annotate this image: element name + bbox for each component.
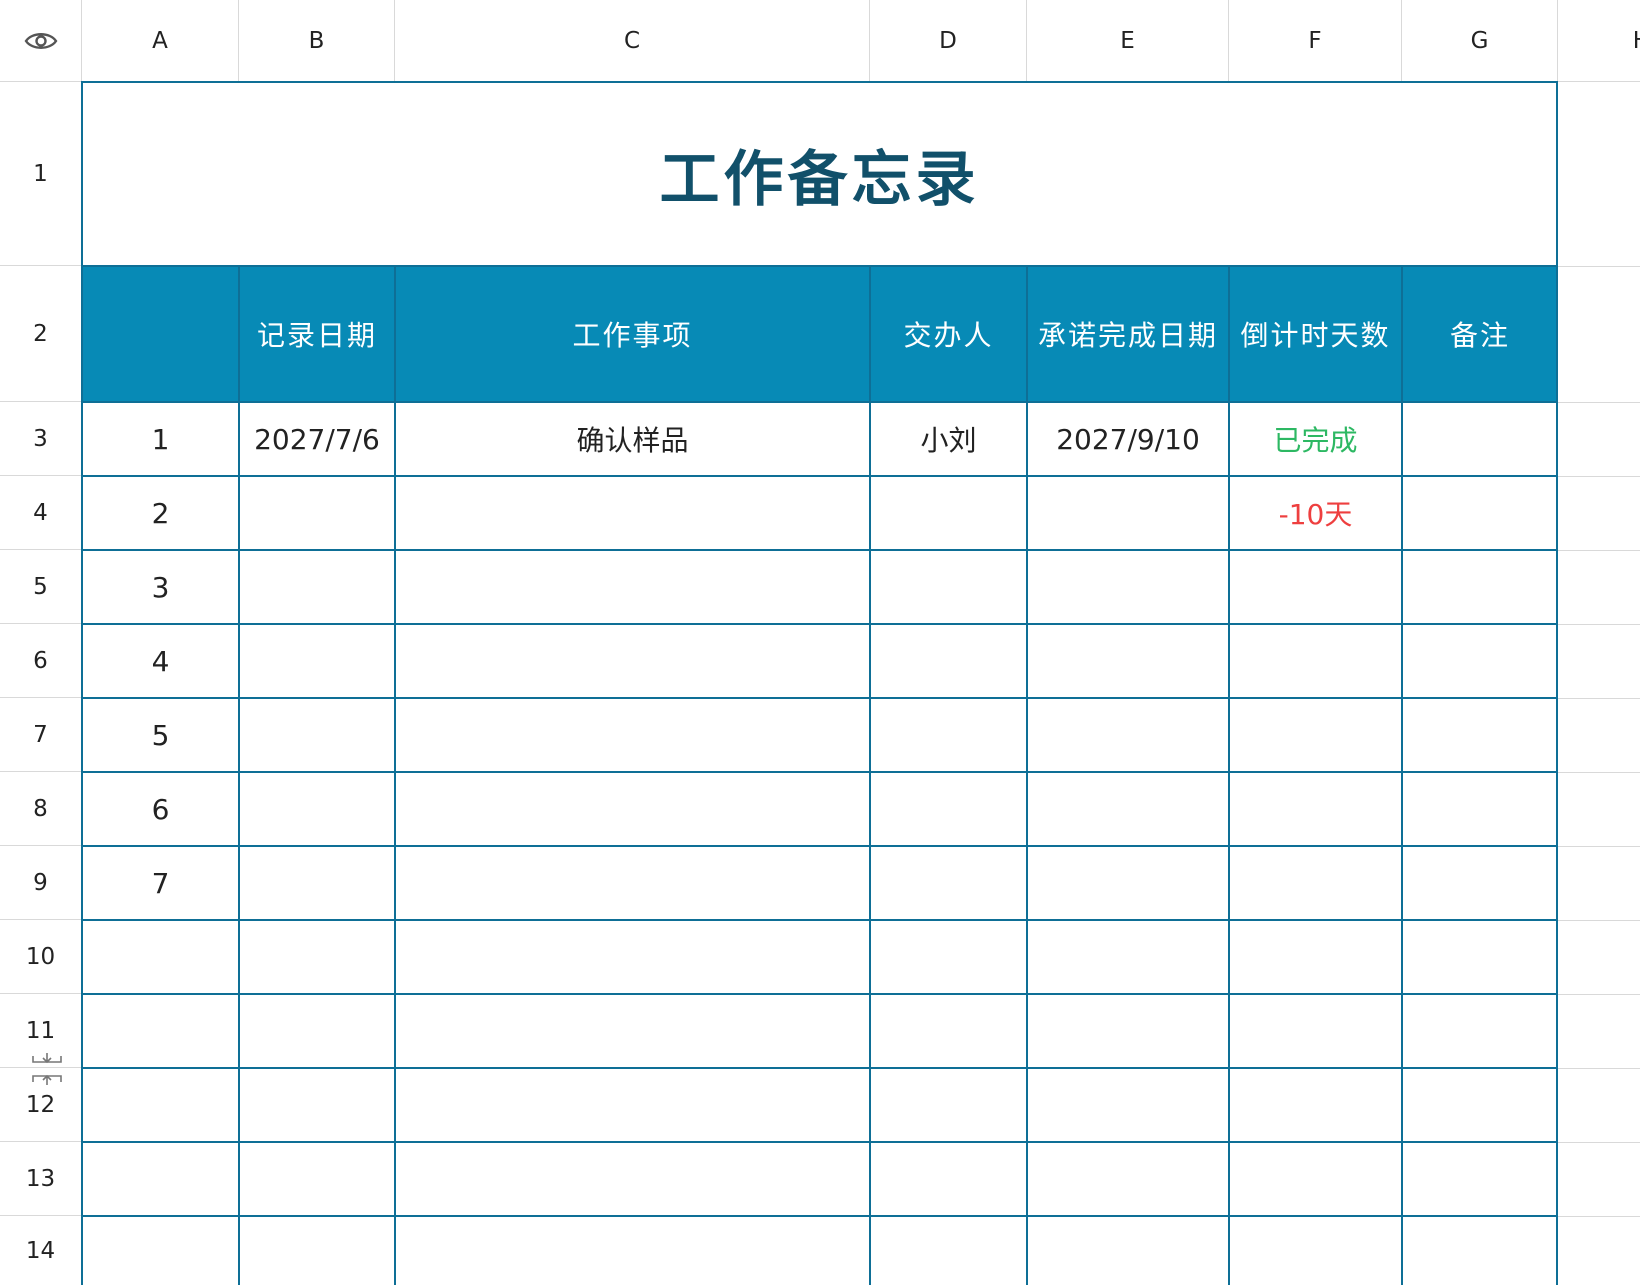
table-border xyxy=(1401,266,1403,1285)
table-cell-date[interactable]: 2027/7/6 xyxy=(239,402,395,476)
table-cell-note[interactable] xyxy=(1402,402,1558,476)
column-header-b[interactable]: B xyxy=(239,0,395,82)
header-cell-a[interactable] xyxy=(82,266,239,402)
eye-icon[interactable] xyxy=(24,30,58,52)
column-header-g[interactable]: G xyxy=(1402,0,1558,82)
table-cell-countdown[interactable]: -10天 xyxy=(1229,476,1402,550)
row-header-2[interactable]: 2 xyxy=(0,266,82,402)
table-cell-no[interactable]: 2 xyxy=(82,476,239,550)
header-cell-note[interactable]: 备注 xyxy=(1402,266,1558,402)
table-border xyxy=(869,266,871,1285)
row-header-13[interactable]: 13 xyxy=(0,1142,82,1216)
table-border xyxy=(81,1141,1558,1143)
table-border xyxy=(81,265,1558,267)
row-header-9[interactable]: 9 xyxy=(0,846,82,920)
table-border xyxy=(81,549,1558,551)
header-cell-countdown[interactable]: 倒计时天数 xyxy=(1229,266,1402,402)
header-cell-due-date[interactable]: 承诺完成日期 xyxy=(1027,266,1229,402)
table-border xyxy=(81,771,1558,773)
row-header-5[interactable]: 5 xyxy=(0,550,82,624)
row-header-14[interactable]: 14 xyxy=(0,1216,82,1285)
table-cell-due[interactable]: 2027/9/10 xyxy=(1027,402,1229,476)
column-header-d[interactable]: D xyxy=(870,0,1027,82)
table-border xyxy=(81,401,1558,403)
table-border xyxy=(81,81,83,1285)
select-all-corner[interactable] xyxy=(0,0,82,82)
table-border xyxy=(81,1215,1558,1217)
row-header-10[interactable]: 10 xyxy=(0,920,82,994)
row-resize-icon[interactable] xyxy=(30,1052,64,1086)
table-border xyxy=(81,993,1558,995)
table-cell-no[interactable]: 1 xyxy=(82,402,239,476)
header-cell-assignee[interactable]: 交办人 xyxy=(870,266,1027,402)
table-border xyxy=(394,266,396,1285)
table-border xyxy=(81,475,1558,477)
column-header-c[interactable]: C xyxy=(395,0,870,82)
sheet-title[interactable]: 工作备忘录 xyxy=(82,82,1557,266)
table-border xyxy=(1228,266,1230,1285)
table-cell-countdown[interactable]: 已完成 xyxy=(1229,402,1402,476)
header-cell-record-date[interactable]: 记录日期 xyxy=(239,266,395,402)
table-border xyxy=(81,697,1558,699)
table-border xyxy=(81,1067,1558,1069)
row-header-7[interactable]: 7 xyxy=(0,698,82,772)
column-header-e[interactable]: E xyxy=(1027,0,1229,82)
row-header-4[interactable]: 4 xyxy=(0,476,82,550)
header-cell-task[interactable]: 工作事项 xyxy=(395,266,870,402)
row-header-3[interactable]: 3 xyxy=(0,402,82,476)
table-cell-task[interactable]: 确认样品 xyxy=(395,402,870,476)
row-header-8[interactable]: 8 xyxy=(0,772,82,846)
column-header-h[interactable]: H xyxy=(1558,0,1640,82)
table-border xyxy=(238,266,240,1285)
row-header-6[interactable]: 6 xyxy=(0,624,82,698)
table-border xyxy=(81,919,1558,921)
column-header-f[interactable]: F xyxy=(1229,0,1402,82)
table-border xyxy=(81,623,1558,625)
table-cell-no[interactable]: 5 xyxy=(82,698,239,772)
row-header-1[interactable]: 1 xyxy=(0,82,82,266)
table-border xyxy=(1026,266,1028,1285)
table-border xyxy=(81,845,1558,847)
table-cell-no[interactable]: 3 xyxy=(82,550,239,624)
table-cell-no[interactable]: 4 xyxy=(82,624,239,698)
table-border xyxy=(81,81,1558,83)
table-border xyxy=(1556,81,1558,1285)
table-cell-no[interactable]: 7 xyxy=(82,846,239,920)
table-cell-assignee[interactable]: 小刘 xyxy=(870,402,1027,476)
column-header-a[interactable]: A xyxy=(82,0,239,82)
table-cell-no[interactable]: 6 xyxy=(82,772,239,846)
